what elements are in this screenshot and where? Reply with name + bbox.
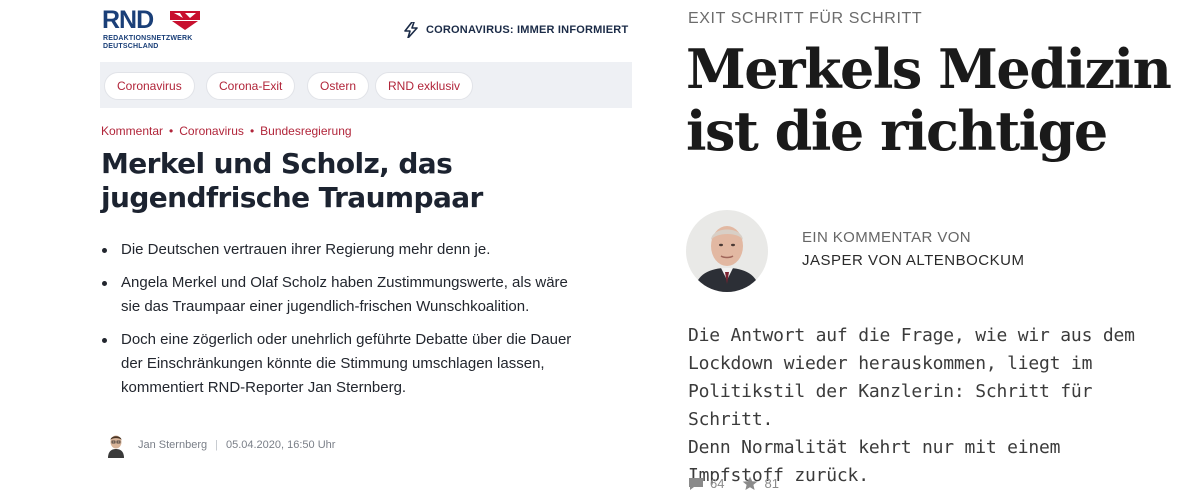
bullet-text: sie das Traumpaar einer jugendlich-frisc… [121, 298, 530, 315]
headline-line: Merkel und Scholz, das [101, 147, 453, 180]
summary-bullet: Doch eine zögerlich oder unehrlich gefüh… [101, 328, 632, 400]
corona-info-link[interactable]: CORONAVIRUS: IMMER INFORMIERT [404, 22, 628, 38]
breadcrumb: Kommentar • Coronavirus • Bundesregierung [101, 124, 352, 138]
bookmarks-count: 81 [764, 476, 779, 491]
bookmarks-stat[interactable]: 81 [742, 476, 779, 491]
bullet-text: kommentiert RND-Reporter Jan Sternberg. [121, 379, 407, 396]
logo-subtitle-line: REDAKTIONSNETZWERK [103, 35, 193, 42]
title-line: Merkels Medizin [686, 37, 1172, 101]
publish-date: 05.04.2020, 16:50 Uhr [225, 439, 336, 451]
teaser-line: Die Antwort auf die Frage, wie wir aus d… [688, 325, 1135, 346]
article-headline: Merkel und Scholz, das jugendfrische Tra… [101, 147, 621, 215]
byline-divider: | [215, 439, 218, 451]
commentator-name[interactable]: JASPER VON ALTENBOCKUM [802, 252, 1024, 269]
rnd-logo[interactable]: RND REDAKTIONSNETZWERK DEUTSCHLAND [102, 8, 212, 58]
faz-article-panel: EXIT SCHRITT FÜR SCHRITT Merkels Medizin… [632, 0, 1200, 504]
article-title[interactable]: Merkels Medizin ist die richtige [686, 38, 1186, 162]
commentary-label: EIN KOMMENTAR VON [802, 229, 972, 246]
star-icon [743, 476, 758, 490]
author-avatar[interactable] [104, 432, 128, 458]
comments-count: 64 [710, 476, 725, 491]
bullet-text: Die Deutschen vertrauen ihrer Regierung … [121, 241, 491, 258]
teaser-line: Lockdown wieder herauskommen, liegt im [688, 353, 1093, 374]
nav-pill-rnd-exklusiv[interactable]: RND exklusiv [375, 72, 474, 100]
article-stats: 64 81 [688, 476, 797, 491]
summary-bullets: Die Deutschen vertrauen ihrer Regierung … [101, 238, 632, 409]
logo-brand-text: RND [102, 6, 154, 34]
comment-icon [689, 477, 703, 490]
teaser-line: Politikstil der Kanzlerin: Schritt für S… [688, 381, 1093, 430]
bullet-text: der Einschränkungen könnte die Stimmung … [121, 355, 545, 372]
comments-stat[interactable]: 64 [688, 476, 724, 491]
breadcrumb-separator: • [169, 124, 174, 138]
title-line: ist die richtige [686, 99, 1108, 163]
corona-link-label: CORONAVIRUS: IMMER INFORMIERT [426, 24, 629, 36]
breadcrumb-item[interactable]: Coronavirus [179, 124, 244, 138]
author-byline: Jan Sternberg | 05.04.2020, 16:50 Uhr [104, 432, 335, 458]
commentator-portrait [686, 210, 768, 292]
author-name[interactable]: Jan Sternberg [138, 439, 207, 451]
article-teaser: Die Antwort auf die Frage, wie wir aus d… [688, 322, 1158, 490]
bullet-text: Angela Merkel und Olaf Scholz haben Zust… [121, 274, 568, 291]
logo-mark-icon [170, 11, 200, 30]
logo-subtitle: REDAKTIONSNETZWERK DEUTSCHLAND [103, 35, 193, 51]
nav-pill-coronavirus[interactable]: Coronavirus [104, 72, 195, 100]
rnd-article-panel: RND REDAKTIONSNETZWERK DEUTSCHLAND CORON… [0, 0, 632, 504]
article-kicker: EXIT SCHRITT FÜR SCHRITT [688, 10, 923, 27]
breadcrumb-item[interactable]: Kommentar [101, 124, 163, 138]
summary-bullet: Angela Merkel und Olaf Scholz haben Zust… [101, 271, 632, 319]
topic-nav: Coronavirus Corona-Exit Ostern RND exklu… [100, 62, 632, 108]
commentator-avatar[interactable] [686, 210, 768, 292]
teaser-line: Denn Normalität kehrt nur mit einem [688, 437, 1061, 458]
lightning-icon [404, 22, 418, 38]
breadcrumb-separator: • [249, 124, 255, 138]
logo-subtitle-line: DEUTSCHLAND [103, 43, 159, 50]
nav-pill-ostern[interactable]: Ostern [307, 72, 370, 100]
summary-bullet: Die Deutschen vertrauen ihrer Regierung … [101, 238, 632, 262]
headline-line: jugendfrische Traumpaar [101, 181, 483, 214]
breadcrumb-item[interactable]: Bundesregierung [260, 124, 351, 138]
nav-pill-corona-exit[interactable]: Corona-Exit [206, 72, 296, 100]
bullet-text: Doch eine zögerlich oder unehrlich gefüh… [121, 331, 572, 348]
